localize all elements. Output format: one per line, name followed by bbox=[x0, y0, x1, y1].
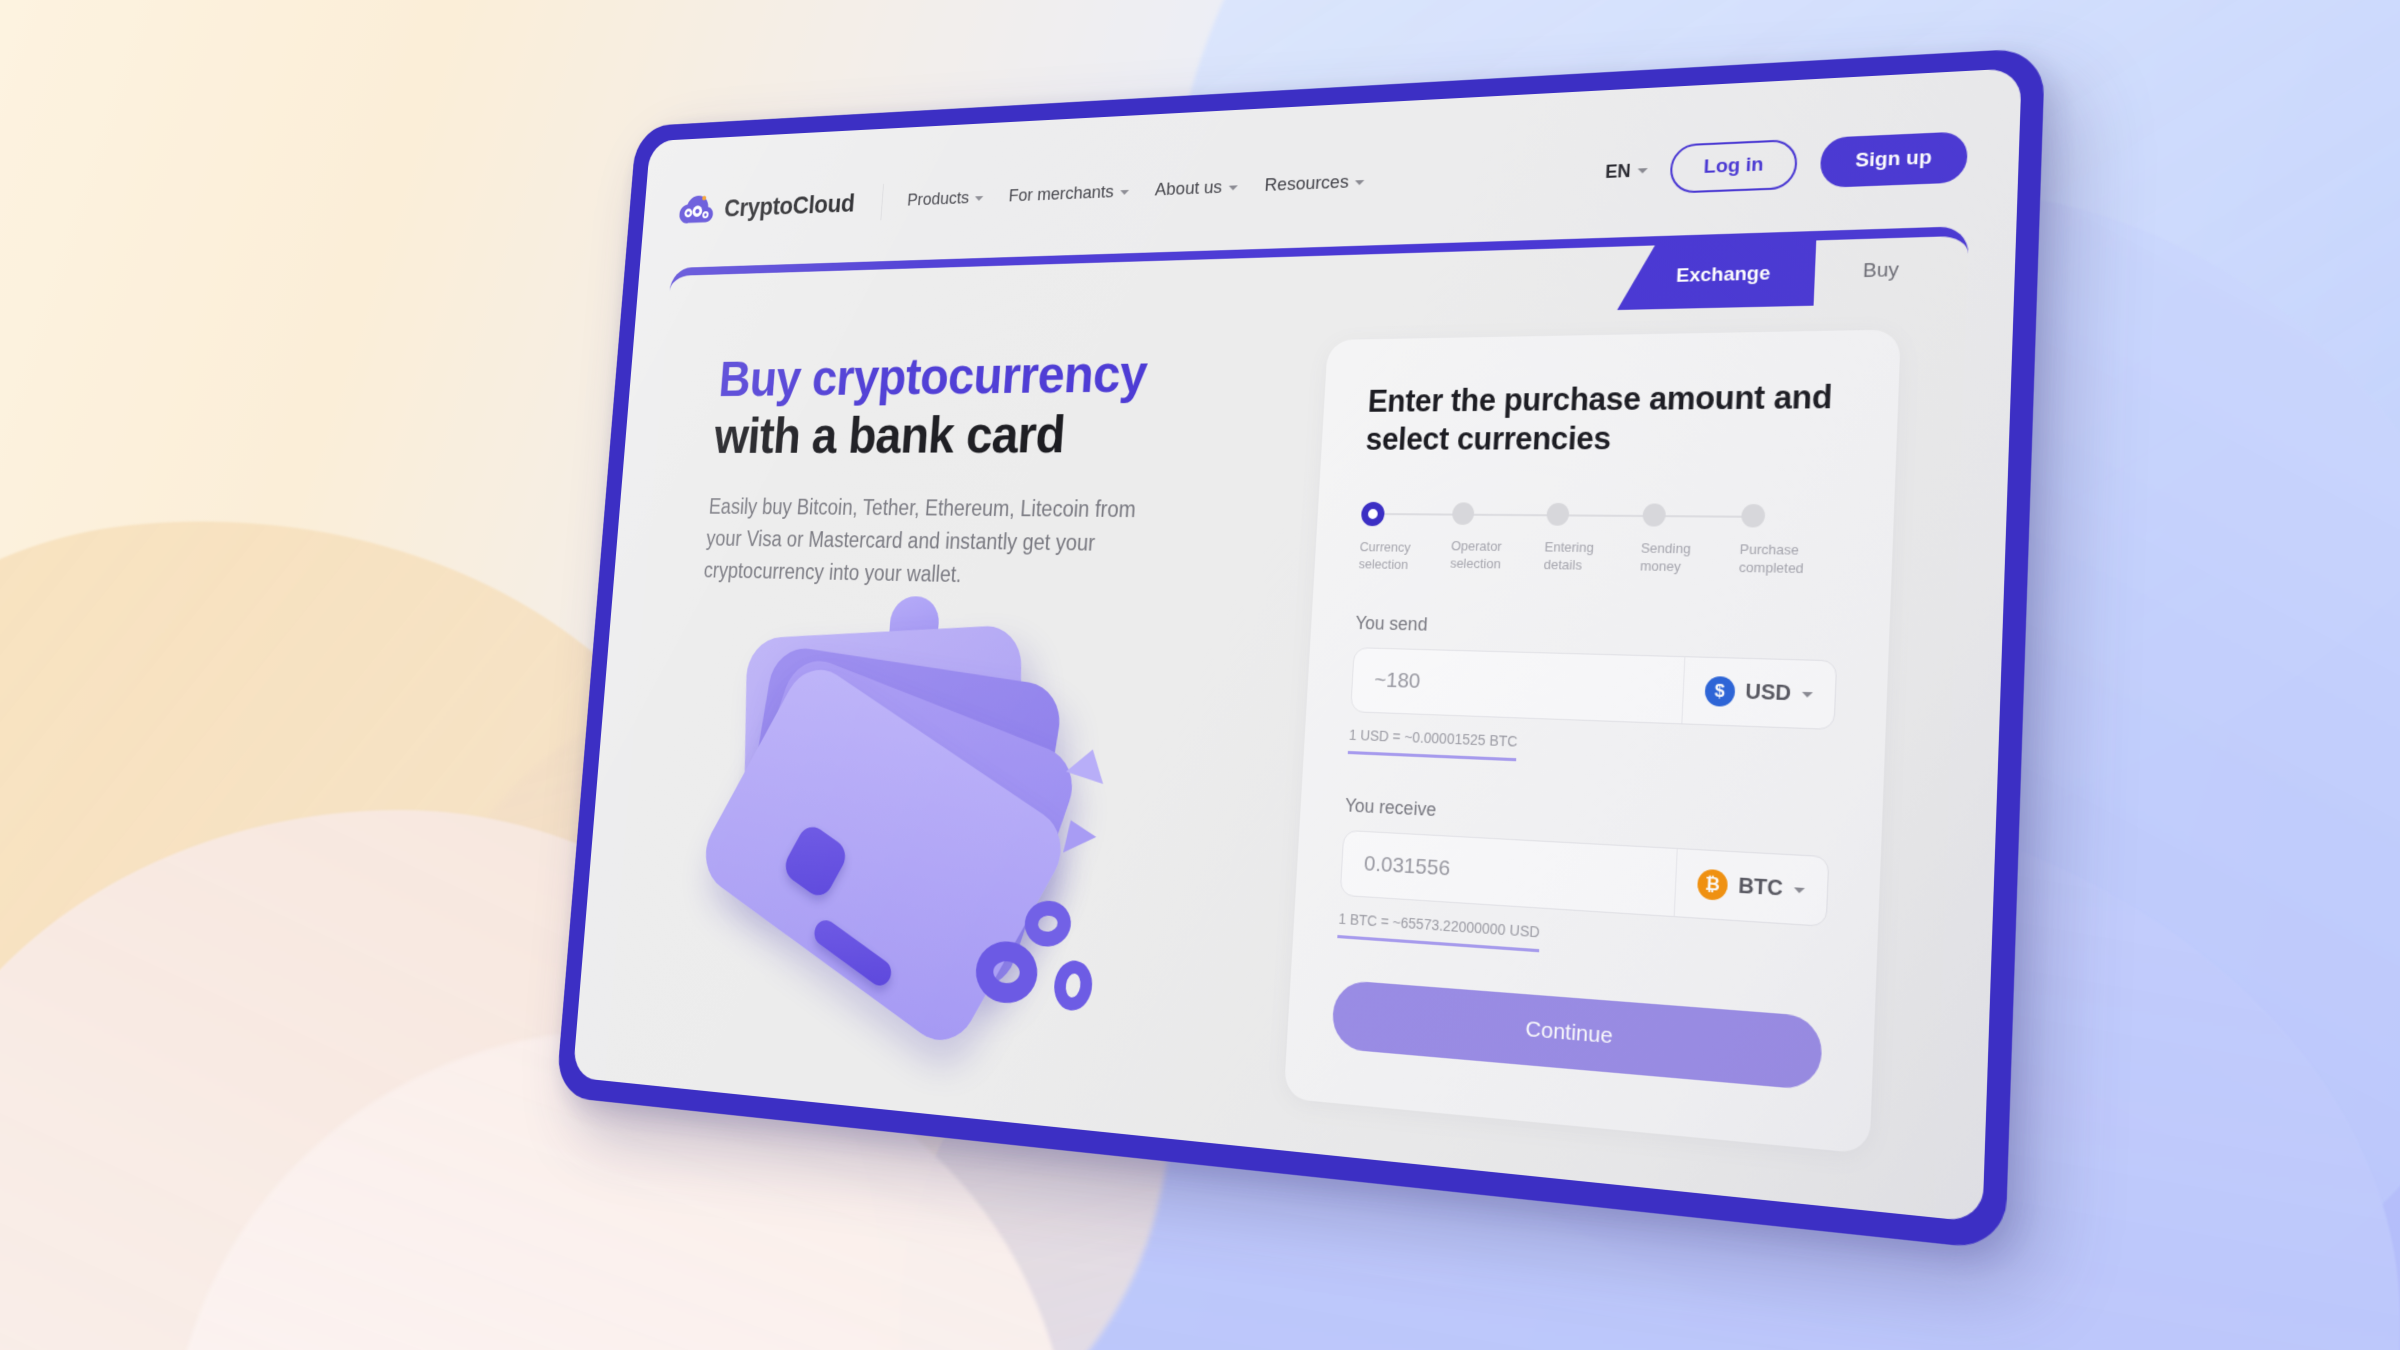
step-label: Purchase completed bbox=[1738, 541, 1805, 576]
signup-button[interactable]: Sign up bbox=[1819, 131, 1969, 188]
step-label: Sending money bbox=[1639, 539, 1692, 574]
nav-item-for-merchants[interactable]: For merchants bbox=[1008, 181, 1129, 207]
page-title: Buy cryptocurrency with a bank card bbox=[712, 340, 1303, 464]
step-currency-selection[interactable]: Currency selection bbox=[1358, 501, 1461, 574]
chevron-down-icon bbox=[1355, 179, 1365, 185]
form-title: Enter the purchase amount and select cur… bbox=[1364, 378, 1833, 458]
header-divider bbox=[880, 183, 885, 221]
step-dot-icon bbox=[1360, 501, 1386, 527]
step-operator-selection[interactable]: Operator selection bbox=[1449, 502, 1555, 575]
hero-right-column: Enter the purchase amount and select cur… bbox=[1254, 328, 1966, 1222]
you-send-currency-code: USD bbox=[1744, 679, 1792, 706]
nav-item-products[interactable]: Products bbox=[906, 188, 984, 211]
step-dot-icon bbox=[1641, 503, 1666, 527]
step-dot-icon bbox=[1545, 502, 1570, 526]
nav-item-label: For merchants bbox=[1007, 182, 1115, 207]
language-selector[interactable]: EN bbox=[1605, 159, 1649, 182]
chevron-down-icon bbox=[1801, 691, 1813, 698]
step-dot-icon bbox=[1740, 503, 1766, 528]
btc-coin-icon: ₿ bbox=[1696, 868, 1729, 901]
purchase-form-card: Enter the purchase amount and select cur… bbox=[1283, 329, 1901, 1155]
torus-shape-3 bbox=[1050, 957, 1096, 1015]
step-label: Entering details bbox=[1543, 538, 1595, 573]
chevron-down-icon bbox=[1637, 167, 1649, 174]
nav-item-about-us[interactable]: About us bbox=[1154, 177, 1238, 201]
header-actions: EN Log in Sign up bbox=[1604, 131, 1969, 196]
chevron-down-icon bbox=[1119, 189, 1129, 195]
device-stage: CryptoCloud Products For merchants About… bbox=[0, 0, 2400, 1350]
you-send-rate-note: 1 USD = ~0.00001525 BTC bbox=[1347, 726, 1518, 762]
page-title-plain: with a bank card bbox=[712, 403, 1067, 464]
page-background: CryptoCloud Products For merchants About… bbox=[0, 0, 2400, 1350]
bank-cards-illustration bbox=[670, 592, 1173, 1057]
hero-subtitle: Easily buy Bitcoin, Tether, Ethereum, Li… bbox=[702, 494, 1137, 588]
step-connector-line bbox=[1562, 514, 1651, 517]
nav-item-label: Products bbox=[906, 188, 970, 211]
main-navigation: Products For merchants About us Resource… bbox=[906, 171, 1365, 211]
chevron-down-icon bbox=[1228, 184, 1238, 191]
chevron-down-icon bbox=[974, 195, 984, 201]
step-sending-money[interactable]: Sending money bbox=[1639, 503, 1750, 578]
nav-item-label: About us bbox=[1154, 177, 1223, 201]
you-receive-currency-code: BTC bbox=[1737, 873, 1784, 901]
exchange-buy-tab-strip: Exchange Buy bbox=[1617, 236, 1969, 310]
you-receive-input[interactable] bbox=[1340, 831, 1677, 917]
continue-button[interactable]: Continue bbox=[1331, 979, 1824, 1091]
you-send-currency-select[interactable]: $ USD bbox=[1681, 657, 1837, 730]
you-send-label: You send bbox=[1354, 612, 1428, 635]
chevron-down-icon bbox=[1793, 886, 1805, 894]
usd-coin-icon: $ bbox=[1704, 676, 1736, 708]
tablet-device-mockup: CryptoCloud Products For merchants About… bbox=[555, 47, 2046, 1251]
tab-exchange[interactable]: Exchange bbox=[1617, 240, 1816, 310]
hero-section-wrapper: Exchange Buy Buy cryptocurrency with a b… bbox=[573, 205, 2018, 1223]
you-receive-row: ₿ BTC bbox=[1339, 829, 1830, 928]
step-label: Currency selection bbox=[1358, 538, 1411, 572]
cryptocloud-cloud-logo-icon bbox=[678, 194, 716, 225]
page-title-accent: Buy cryptocurrency bbox=[716, 342, 1149, 407]
brand-logo-link[interactable]: CryptoCloud bbox=[678, 188, 856, 226]
brand-name: CryptoCloud bbox=[723, 188, 856, 222]
step-label: Operator selection bbox=[1449, 537, 1503, 571]
you-send-row: $ USD bbox=[1350, 647, 1838, 731]
hero-panel: Exchange Buy Buy cryptocurrency with a b… bbox=[602, 226, 1970, 1223]
you-send-input[interactable] bbox=[1351, 648, 1685, 724]
tab-buy[interactable]: Buy bbox=[1812, 236, 1969, 306]
tablet-screen: CryptoCloud Products For merchants About… bbox=[572, 67, 2022, 1223]
language-selector-value: EN bbox=[1604, 160, 1632, 182]
step-connector-line bbox=[1659, 514, 1750, 518]
step-entering-details[interactable]: Entering details bbox=[1543, 502, 1651, 577]
step-connector-line bbox=[1468, 513, 1555, 517]
step-dot-icon bbox=[1452, 502, 1475, 525]
you-receive-rate-note: 1 BTC = ~65573.22000000 USD bbox=[1337, 910, 1541, 953]
triangle-shape-1 bbox=[1065, 743, 1112, 785]
step-connector-line bbox=[1376, 512, 1461, 516]
you-receive-label: You receive bbox=[1344, 795, 1437, 821]
hero-body: Buy cryptocurrency with a bank card Easi… bbox=[602, 236, 1969, 1223]
step-purchase-completed[interactable]: Purchase completed bbox=[1738, 503, 1844, 580]
login-button[interactable]: Log in bbox=[1669, 138, 1799, 194]
nav-item-label: Resources bbox=[1264, 171, 1350, 196]
nav-item-resources[interactable]: Resources bbox=[1264, 171, 1365, 197]
hero-left-column: Buy cryptocurrency with a bank card Easi… bbox=[602, 340, 1304, 1185]
purchase-stepper: Currency selection Operator selection En… bbox=[1358, 501, 1844, 580]
you-receive-currency-select[interactable]: ₿ BTC bbox=[1673, 849, 1829, 926]
